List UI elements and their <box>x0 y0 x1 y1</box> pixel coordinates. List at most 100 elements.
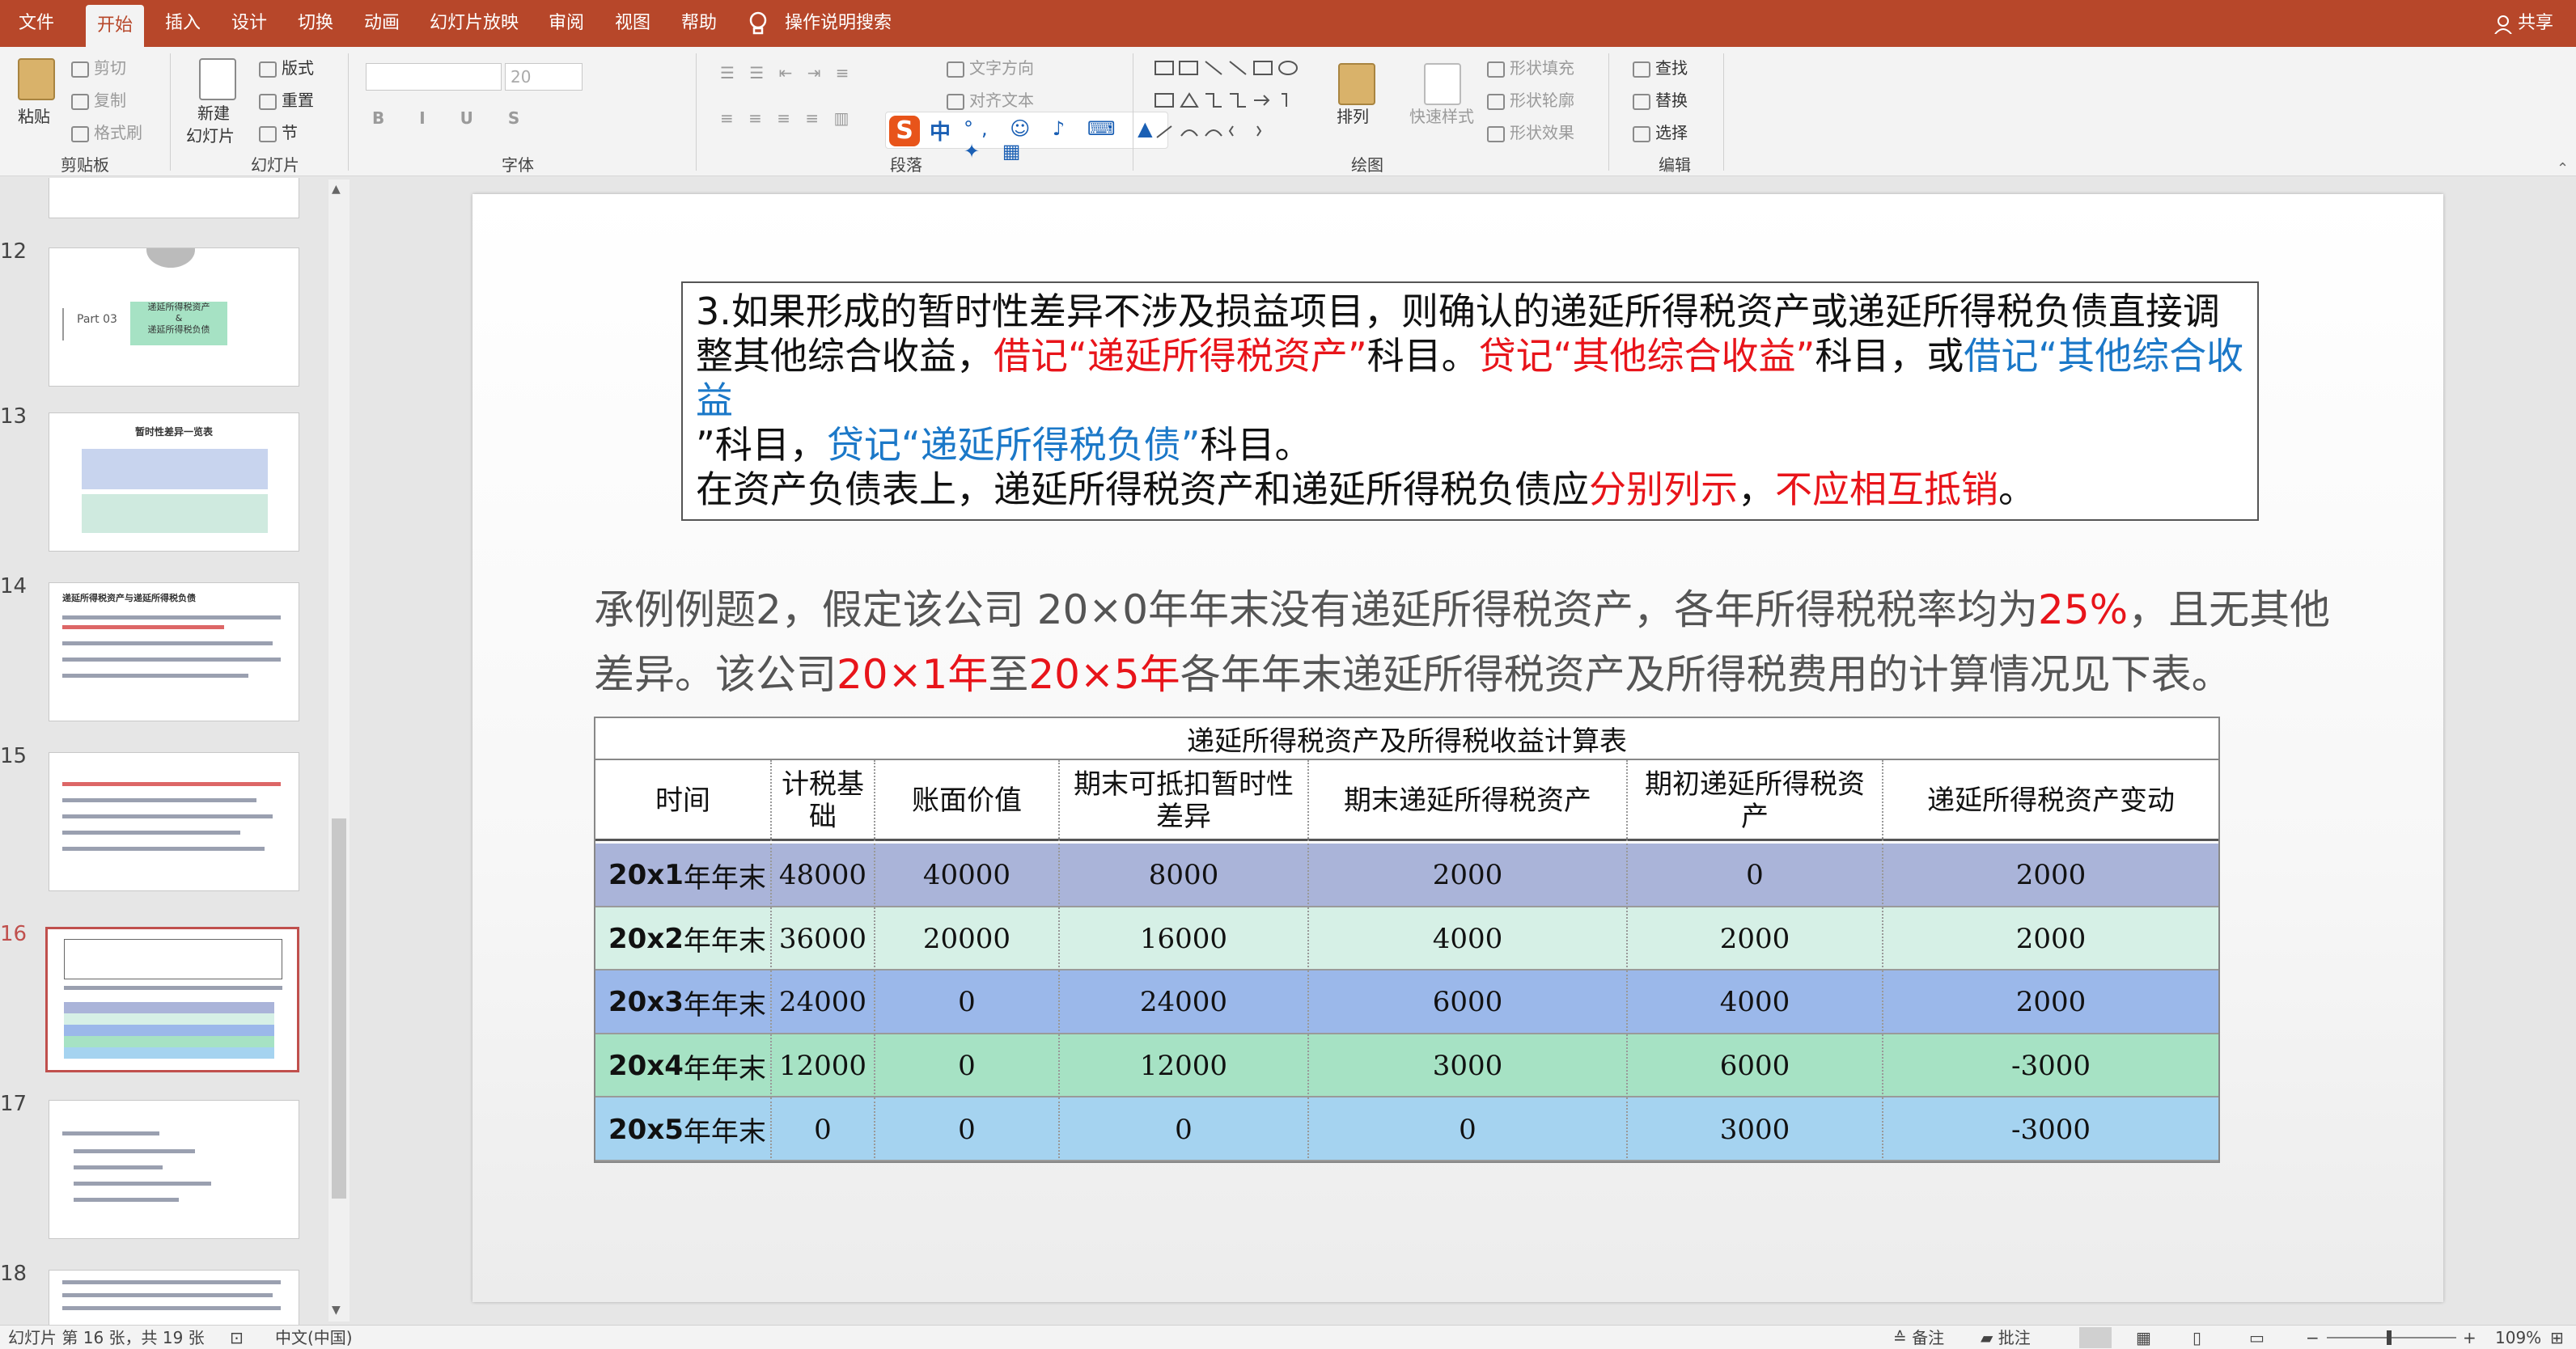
slide-thumbnail-13[interactable]: 暂时性差异一览表 <box>49 412 299 552</box>
select-button[interactable]: 选择 <box>1633 120 1688 143</box>
new-slide-button[interactable]: 新建 <box>197 100 230 124</box>
tab-design[interactable]: 设计 <box>220 0 278 47</box>
text-direction-button[interactable]: 文字方向 <box>947 55 1034 78</box>
status-bar: 幻灯片 第 16 张，共 19 张 ⊡ 中文(中国) ≙ 备注 ▰ 批注 ▦ ▯… <box>0 1325 2576 1349</box>
arrange-icon <box>1338 63 1375 105</box>
tab-home[interactable]: 开始 <box>86 5 144 47</box>
find-button[interactable]: 查找 <box>1633 55 1688 78</box>
align-buttons[interactable]: ≡ ≡ ≡ ≡ ▥ <box>720 108 854 128</box>
table-cell: 4000 <box>1309 907 1628 971</box>
share-button[interactable]: 共享 <box>2518 0 2553 47</box>
thumbnail-scrollbar[interactable]: ▲ ▼ <box>328 180 350 1322</box>
tab-animations[interactable]: 动画 <box>353 0 411 47</box>
format-painter-button[interactable]: 格式刷 <box>71 120 142 143</box>
slide-textbox-explanation[interactable]: 3.如果形成的暂时性差异不涉及损益项目，则确认的递延所得税资产或递延所得税负债直… <box>681 281 2259 521</box>
text-run-red: 分别列示 <box>1589 467 1738 511</box>
thumbnail-text-line <box>62 1293 273 1297</box>
slide-thumbnail-15[interactable] <box>49 752 299 891</box>
slide-sorter-view-icon[interactable]: ▦ <box>2136 1327 2151 1348</box>
quick-styles-button[interactable]: 快速样式 <box>1409 104 1474 127</box>
table-header-row: 时间 计税基础 账面价值 期末可抵扣暂时性差异 期末递延所得税资产 期初递延所得… <box>595 760 2218 841</box>
replace-button[interactable]: 替换 <box>1633 87 1688 111</box>
shape-effects-button[interactable]: 形状效果 <box>1487 120 1574 143</box>
font-size-combo[interactable]: 20 <box>505 63 583 91</box>
thumbnail-text-line <box>62 674 248 678</box>
group-label-font: 字体 <box>502 155 534 175</box>
ime-language[interactable]: 中 <box>930 116 951 146</box>
slide-thumbnail-18[interactable] <box>49 1270 299 1326</box>
scroll-up-icon[interactable]: ▲ <box>332 183 341 196</box>
language-indicator[interactable]: 中文(中国) <box>275 1327 353 1348</box>
slide-thumbnail-14[interactable]: 递延所得税资产与递延所得税负债 <box>49 582 299 721</box>
ime-tool-icons[interactable]: °, ☺ ♪ ⌨ ▲ ✦ ▦ <box>964 117 1167 163</box>
paste-button[interactable]: 粘贴 <box>18 104 50 127</box>
slide-thumbnail-pane: 12 Part 03 递延所得税资产 & 递延所得税负债 13 暂时性差异一览表… <box>0 178 332 1326</box>
text-run-red: 25% <box>2038 586 2129 633</box>
zoom-in-button[interactable]: + <box>2463 1327 2476 1348</box>
tab-view[interactable]: 视图 <box>604 0 662 47</box>
ribbon-separator <box>696 53 697 171</box>
tab-transitions[interactable]: 切换 <box>286 0 345 47</box>
shape-outline-button[interactable]: 形状轮廓 <box>1487 87 1574 111</box>
table-cell: 20000 <box>875 907 1060 971</box>
slide-number: 17 <box>0 1092 28 1116</box>
text-run-red: 20×1年 <box>837 651 989 698</box>
reset-button[interactable]: 重置 <box>259 87 314 111</box>
deferred-tax-table[interactable]: 递延所得税资产及所得税收益计算表 时间 计税基础 账面价值 期末可抵扣暂时性差异… <box>594 717 2220 1163</box>
slideshow-view-icon[interactable]: ▭ <box>2249 1327 2265 1348</box>
scroll-down-icon[interactable]: ▼ <box>332 1304 341 1317</box>
thumbnail-text-line <box>74 1149 195 1153</box>
zoom-slider-thumb[interactable] <box>2387 1330 2392 1345</box>
tab-review[interactable]: 审阅 <box>537 0 595 47</box>
slide-number: 18 <box>0 1262 28 1286</box>
thumbnail-text-line <box>74 1198 179 1202</box>
reading-view-icon[interactable]: ▯ <box>2193 1327 2201 1348</box>
layout-button[interactable]: 版式 <box>259 55 314 78</box>
font-family-combo[interactable] <box>366 63 502 91</box>
text-run: 整其他综合收益， <box>696 334 994 378</box>
align-text-button[interactable]: 对齐文本 <box>947 87 1034 111</box>
tab-file[interactable]: 文件 <box>0 0 73 47</box>
cut-button[interactable]: 剪切 <box>71 55 126 78</box>
thumbnail-table-block <box>64 1002 274 1059</box>
arrange-button[interactable]: 排列 <box>1337 104 1369 127</box>
tab-help[interactable]: 帮助 <box>670 0 728 47</box>
slide-paragraph-example[interactable]: 承例例题2，假定该公司 20×0年年末没有递延所得税资产，各年所得税税率均为25… <box>594 577 2341 707</box>
shape-fill-button[interactable]: 形状填充 <box>1487 55 1574 78</box>
ribbon-separator <box>348 53 349 171</box>
table-cell: 48000 <box>772 844 875 907</box>
shapes-gallery[interactable] <box>1152 57 1328 152</box>
table-cell: 12000 <box>772 1034 875 1098</box>
comments-button[interactable]: ▰ 批注 <box>1981 1327 2031 1348</box>
paragraph-line-2: 差异。该公司20×1年至20×5年各年年末递延所得税资产及所得税费用的计算情况见… <box>594 642 2341 707</box>
slide-thumbnail-11[interactable] <box>49 178 299 218</box>
tab-slideshow[interactable]: 幻灯片放映 <box>419 0 529 47</box>
copy-button[interactable]: 复制 <box>71 87 126 111</box>
zoom-out-button[interactable]: − <box>2306 1327 2320 1348</box>
tell-me-search[interactable]: 操作说明搜索 <box>785 0 892 47</box>
new-slide-button-label[interactable]: 幻灯片 <box>186 123 235 146</box>
zoom-slider[interactable] <box>2327 1337 2456 1338</box>
slide-thumbnail-16-selected[interactable] <box>45 927 299 1072</box>
normal-view-button[interactable] <box>2079 1327 2112 1348</box>
spellcheck-icon[interactable]: ⊡ <box>230 1327 244 1348</box>
fit-to-window-icon[interactable]: ⊞ <box>2550 1327 2564 1348</box>
table-cell: 2000 <box>1309 844 1628 907</box>
zoom-level[interactable]: 109% <box>2495 1327 2541 1348</box>
thumbnail-text-line <box>62 782 281 786</box>
section-button[interactable]: 节 <box>259 120 298 143</box>
table-header-cell: 时间 <box>595 760 772 841</box>
text-run: ，且无其他 <box>2128 586 2331 633</box>
collapse-ribbon-icon[interactable]: ⌃ <box>2557 160 2569 177</box>
notes-button[interactable]: ≙ 备注 <box>1893 1327 1944 1348</box>
table-cell: -3000 <box>2010 1050 2091 1083</box>
slide-thumbnail-17[interactable] <box>49 1100 299 1239</box>
paint-bucket-icon <box>1487 61 1505 78</box>
scrollbar-thumb[interactable] <box>332 818 346 1199</box>
font-style-buttons[interactable]: B I U S <box>372 108 534 128</box>
align-text-icon <box>947 93 964 110</box>
tab-insert[interactable]: 插入 <box>154 0 212 47</box>
slide-thumbnail-12[interactable]: Part 03 递延所得税资产 & 递延所得税负债 <box>49 247 299 387</box>
list-buttons[interactable]: ☰ ☰ ⇤ ⇥ ≡ <box>720 63 854 82</box>
ime-toolbar[interactable]: S 中 °, ☺ ♪ ⌨ ▲ ✦ ▦ <box>885 112 1168 163</box>
